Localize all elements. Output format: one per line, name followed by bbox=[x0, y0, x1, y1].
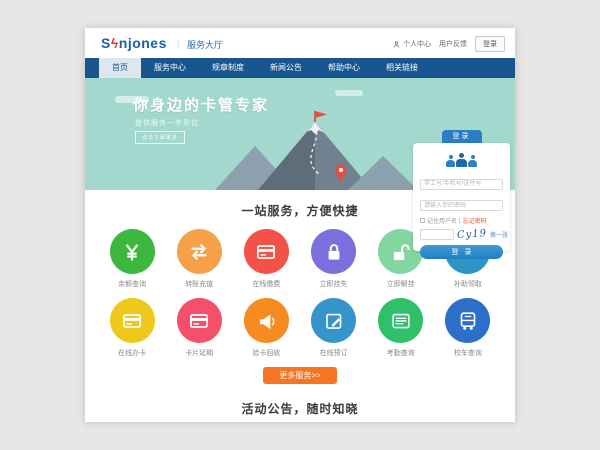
login-form: 记住用户名 | 忘记密码 Cy19 换一张 登录 bbox=[413, 143, 510, 251]
service-label: 拾卡回收 bbox=[235, 348, 297, 358]
nav-item-service-center[interactable]: 服务中心 bbox=[141, 58, 199, 78]
nav-item-news[interactable]: 新闻公告 bbox=[257, 58, 315, 78]
username-input[interactable] bbox=[420, 179, 503, 190]
cloud-shape bbox=[335, 90, 363, 96]
service-label: 转账充值 bbox=[168, 279, 230, 289]
person-right-icon bbox=[468, 155, 477, 167]
main-nav: 首页 服务中心 规章制度 新闻公告 帮助中心 相关链接 bbox=[85, 58, 515, 78]
service-online-card-apply[interactable]: 在线办卡 bbox=[101, 298, 163, 358]
header-right: 个人中心 用户反馈 登录 bbox=[392, 36, 505, 52]
nav-item-help-center[interactable]: 帮助中心 bbox=[315, 58, 373, 78]
nav-item-home[interactable]: 首页 bbox=[99, 58, 141, 78]
bank-card-icon bbox=[110, 298, 155, 343]
captcha-row: Cy19 换一张 bbox=[420, 229, 503, 240]
remember-row: 记住用户名 | 忘记密码 bbox=[420, 216, 503, 225]
edit-icon bbox=[311, 298, 356, 343]
hero-cta-button[interactable]: 点击了解更多 bbox=[135, 131, 185, 144]
person-center-icon bbox=[456, 153, 467, 167]
header: Sϟnjones | 服务大厅 个人中心 用户反馈 登录 bbox=[85, 28, 515, 58]
service-attendance-inquiry[interactable]: 考勤查询 bbox=[370, 298, 432, 358]
service-label: 在线预订 bbox=[303, 348, 365, 358]
service-label: 考勤查询 bbox=[370, 348, 432, 358]
bus-icon bbox=[445, 298, 490, 343]
service-label: 在线办卡 bbox=[101, 348, 163, 358]
forgot-password-link[interactable]: 忘记密码 bbox=[463, 216, 487, 225]
users-group-icon bbox=[420, 150, 503, 167]
portal-name: 服务大厅 bbox=[187, 38, 223, 51]
service-label: 补助领取 bbox=[437, 279, 499, 289]
login-tab[interactable]: 登录 bbox=[442, 130, 482, 143]
bank-card-icon bbox=[244, 229, 289, 274]
service-school-bus-inquiry[interactable]: 校车查询 bbox=[437, 298, 499, 358]
nav-item-links[interactable]: 相关链接 bbox=[373, 58, 431, 78]
logo-suffix: njones bbox=[119, 35, 167, 51]
service-label: 卡片延期 bbox=[168, 348, 230, 358]
service-label: 校车查询 bbox=[437, 348, 499, 358]
separator: | bbox=[459, 218, 461, 224]
nav-item-rules[interactable]: 规章制度 bbox=[199, 58, 257, 78]
personal-center-link[interactable]: 个人中心 bbox=[392, 39, 431, 49]
captcha-image[interactable]: Cy19 bbox=[457, 228, 488, 241]
service-report-loss[interactable]: 立即挂失 bbox=[303, 229, 365, 289]
captcha-input[interactable] bbox=[420, 229, 454, 240]
service-balance-inquiry[interactable]: 余额查询 bbox=[101, 229, 163, 289]
hero-banner: 你身边的卡管专家 提供服务一步到位 点击了解更多 登录 bbox=[85, 78, 515, 190]
person-left-icon bbox=[446, 155, 455, 167]
yen-icon bbox=[110, 229, 155, 274]
logo-prefix: S bbox=[101, 35, 111, 51]
services-row-2: 在线办卡 卡片延期 拾卡回收 在线预订 考勤查询 校车查询 bbox=[85, 298, 515, 358]
page: Sϟnjones | 服务大厅 个人中心 用户反馈 登录 首页 服务中心 规章制… bbox=[85, 28, 515, 422]
login-panel: 登录 记住用户名 | 忘记密码 Cy19 换一张 bbox=[413, 130, 510, 251]
service-card-recovery[interactable]: 拾卡回收 bbox=[235, 298, 297, 358]
mountain-illustration bbox=[203, 108, 418, 190]
service-online-booking[interactable]: 在线预订 bbox=[303, 298, 365, 358]
remember-label: 记住用户名 bbox=[427, 216, 457, 225]
person-icon bbox=[392, 40, 401, 49]
bank-card-icon bbox=[177, 298, 222, 343]
header-login-button[interactable]: 登录 bbox=[475, 36, 505, 52]
service-label: 在线缴费 bbox=[235, 279, 297, 289]
password-input[interactable] bbox=[420, 200, 503, 211]
logo[interactable]: Sϟnjones bbox=[101, 35, 167, 51]
service-transfer-recharge[interactable]: 转账充值 bbox=[168, 229, 230, 289]
lock-icon bbox=[311, 229, 356, 274]
announcements-title: 活动公告，随时知晓 bbox=[85, 400, 515, 417]
service-online-payment[interactable]: 在线缴费 bbox=[235, 229, 297, 289]
remember-checkbox[interactable] bbox=[420, 218, 425, 223]
announcements-section: 活动公告，随时知晓 使用动态 最新公告 更多>> 使用指南 更多>> bbox=[85, 396, 515, 422]
user-feedback-label: 用户反馈 bbox=[439, 39, 467, 49]
user-feedback-link[interactable]: 用户反馈 bbox=[439, 39, 467, 49]
logo-divider: | bbox=[177, 38, 179, 48]
hero-subtitle: 提供服务一步到位 bbox=[135, 118, 199, 128]
service-label: 立即解挂 bbox=[370, 279, 432, 289]
megaphone-icon bbox=[244, 298, 289, 343]
service-card-extension[interactable]: 卡片延期 bbox=[168, 298, 230, 358]
personal-center-label: 个人中心 bbox=[403, 39, 431, 49]
login-submit-button[interactable]: 登录 bbox=[420, 245, 503, 259]
list-icon bbox=[378, 298, 423, 343]
transfer-arrows-icon bbox=[177, 229, 222, 274]
service-label: 余额查询 bbox=[101, 279, 163, 289]
more-services-button[interactable]: 更多服务>> bbox=[263, 367, 337, 384]
logo-lightning-icon: ϟ bbox=[111, 35, 119, 51]
service-label: 立即挂失 bbox=[303, 279, 365, 289]
change-captcha-link[interactable]: 换一张 bbox=[490, 230, 508, 239]
